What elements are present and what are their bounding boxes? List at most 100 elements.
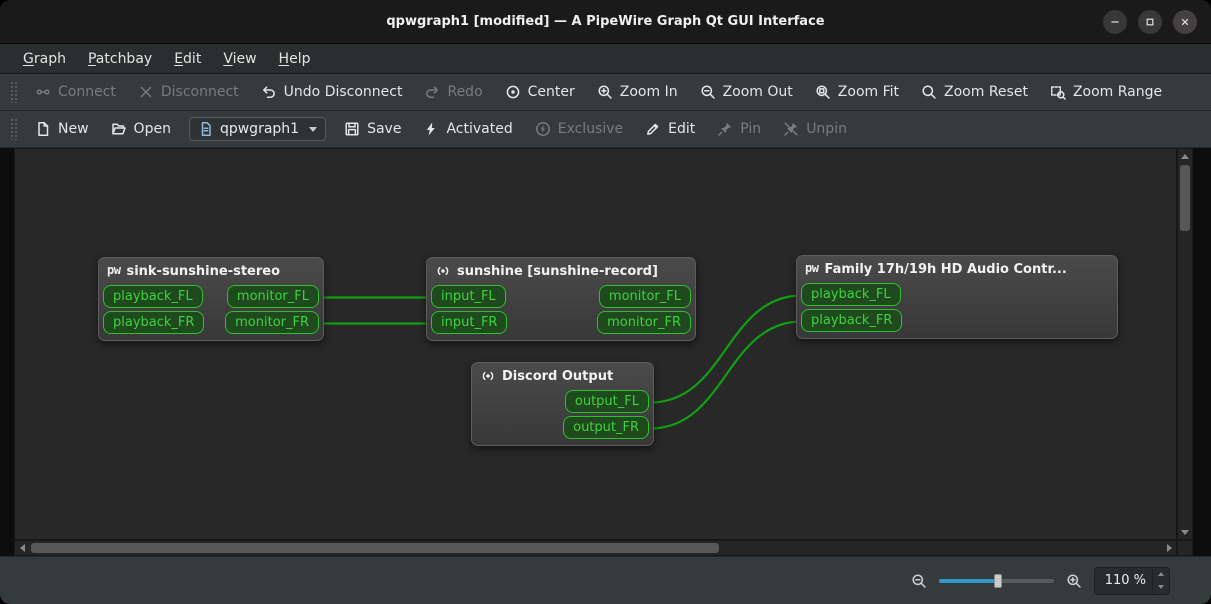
port-monitor_FL[interactable]: monitor_FL [226, 285, 319, 308]
node-title: sunshine [sunshine-record] [457, 263, 658, 279]
port-row: input_FR monitor_FR [431, 311, 691, 334]
toolbar-button-label: Open [133, 121, 171, 137]
toolbar-exclusive-button[interactable]: Exclusive [525, 116, 633, 142]
port-monitor_FL[interactable]: monitor_FL [598, 285, 691, 308]
menu-graph[interactable]: Graph [12, 44, 77, 73]
toolbar-button-label: Zoom Range [1072, 84, 1163, 100]
toolbar-button-label: Unpin [806, 121, 847, 137]
zoom-slider-handle[interactable] [994, 573, 1003, 588]
graph-node-family-hd-audio[interactable]: pw Family 17h/19h HD Audio Contr... playba… [796, 255, 1118, 339]
graph-canvas[interactable]: pw sink-sunshine-stereo playback_FL monitor… [14, 148, 1177, 540]
titlebar[interactable]: qpwgraph1 [modified] — A PipeWire Graph … [0, 0, 1211, 44]
zoom-out-icon[interactable] [911, 573, 927, 589]
toolbar-connect-button[interactable]: Connect [25, 79, 126, 105]
connections-layer [320, 294, 803, 430]
toolbar-disconnect-button[interactable]: Disconnect [128, 79, 249, 105]
toolbar-button-label: Center [527, 84, 575, 100]
toolbar-zoom-fit-button[interactable]: Zoom Fit [805, 79, 909, 105]
node-title: Discord Output [502, 368, 614, 384]
toolbar-redo-button[interactable]: Redo [414, 79, 492, 105]
port-monitor_FR[interactable]: monitor_FR [225, 311, 319, 334]
pipewire-icon: pw [805, 261, 819, 275]
toolbar-save-button[interactable]: Save [334, 116, 411, 142]
toolbar-drag-handle[interactable] [10, 81, 17, 103]
toolbar-button-label: Pin [740, 121, 762, 137]
toolbar-file-items: New Open qpwgraph1 Save Activated Exclusive Ed… [25, 116, 857, 142]
node-ports: input_FL monitor_FL input_FR monitor_FR [427, 285, 695, 340]
new-icon [35, 121, 51, 137]
port-row: playback_FL monitor_FL [103, 285, 319, 308]
toolbar-button-label: Zoom Out [722, 84, 793, 100]
toolbar-pin-button[interactable]: Pin [707, 116, 771, 142]
chevron-down-icon [309, 126, 318, 132]
port-monitor_FR[interactable]: monitor_FR [597, 311, 691, 334]
patchbay-combobox-value: qpwgraph1 [219, 121, 300, 137]
zoom-spinbox[interactable]: 110 % [1093, 566, 1170, 595]
zoom-spin-up-button[interactable] [1153, 568, 1169, 581]
toolbar-zoom-reset-button[interactable]: Zoom Reset [911, 79, 1038, 105]
toolbar-drag-handle[interactable] [10, 118, 17, 140]
menu-edit[interactable]: Edit [163, 44, 212, 73]
toolbar-main: Connect Disconnect Undo Disconnect Redo Cent… [0, 74, 1211, 111]
menu-help[interactable]: Help [268, 44, 322, 73]
graph-view: pw sink-sunshine-stereo playback_FL monitor… [0, 148, 1211, 556]
node-title: sink-sunshine-stereo [126, 263, 281, 279]
menubar: Graph Patchbay Edit View Help [0, 44, 1211, 74]
port-playback_FL[interactable]: playback_FL [103, 285, 203, 308]
toolbar-new-button[interactable]: New [25, 116, 99, 142]
menu-view[interactable]: View [212, 44, 267, 73]
patchbay-file-icon [198, 121, 214, 137]
toolbar-center-button[interactable]: Center [495, 79, 585, 105]
graph-node-discord-output[interactable]: Discord Output output_FL output_FR [471, 362, 654, 446]
port-playback_FL[interactable]: playback_FL [801, 283, 901, 306]
zoom-fit-icon [815, 84, 831, 100]
toolbar-button-label: Zoom In [619, 84, 678, 100]
port-spacer [476, 390, 551, 413]
toolbar-zoom-out-button[interactable]: Zoom Out [690, 79, 803, 105]
toolbar-zoom-in-button[interactable]: Zoom In [587, 79, 688, 105]
zoom-slider[interactable] [938, 573, 1054, 588]
vertical-scrollbar-thumb[interactable] [1180, 165, 1190, 231]
node-header: pw Family 17h/19h HD Audio Contr... [797, 256, 1117, 283]
zoom-in-icon[interactable] [1066, 573, 1082, 589]
scroll-down-button[interactable] [1178, 525, 1192, 539]
zoom-range-icon [1050, 84, 1066, 100]
port-input_FL[interactable]: input_FL [431, 285, 506, 308]
horizontal-scrollbar-thumb[interactable] [31, 543, 719, 553]
scroll-right-button[interactable] [1162, 541, 1176, 555]
activated-icon [423, 121, 439, 137]
vertical-scrollbar[interactable] [1177, 148, 1193, 540]
toolbar-zoom-range-button[interactable]: Zoom Range [1040, 79, 1172, 105]
toolbar-button-label: Undo Disconnect [283, 84, 403, 100]
scroll-left-button[interactable] [15, 541, 29, 555]
port-output_FR[interactable]: output_FR [563, 416, 649, 439]
toolbar-edit-button[interactable]: Edit [635, 116, 705, 142]
horizontal-scrollbar[interactable] [14, 540, 1177, 556]
toolbar-undo-disconnect-button[interactable]: Undo Disconnect [251, 79, 413, 105]
toolbar-activated-button[interactable]: Activated [413, 116, 522, 142]
toolbar-button-label: Zoom Reset [944, 84, 1028, 100]
graph-node-sunshine[interactable]: sunshine [sunshine-record] input_FL monito… [426, 257, 696, 341]
toolbar-unpin-button[interactable]: Unpin [773, 116, 857, 142]
port-row: playback_FL [801, 283, 1113, 306]
minimize-button[interactable] [1103, 9, 1127, 34]
open-icon [111, 121, 127, 137]
toolbar-open-button[interactable]: Open [101, 116, 181, 142]
scrollbar-corner [1177, 540, 1193, 556]
port-row: input_FL monitor_FL [431, 285, 691, 308]
menu-patchbay[interactable]: Patchbay [77, 44, 163, 73]
port-output_FL[interactable]: output_FL [564, 390, 649, 413]
scroll-up-button[interactable] [1178, 149, 1192, 163]
patchbay-combobox[interactable]: qpwgraph1 [188, 117, 327, 141]
close-button[interactable] [1173, 9, 1197, 34]
port-playback_FR[interactable]: playback_FR [103, 311, 205, 334]
exclusive-icon [535, 121, 551, 137]
zoom-in-icon [597, 84, 613, 100]
toolbar-main-items: Connect Disconnect Undo Disconnect Redo Cent… [25, 79, 1172, 105]
port-row: playback_FR monitor_FR [103, 311, 319, 334]
port-playback_FR[interactable]: playback_FR [801, 309, 903, 332]
maximize-button[interactable] [1138, 9, 1162, 34]
zoom-spin-down-button[interactable] [1153, 581, 1169, 594]
graph-node-sink-sunshine-stereo[interactable]: pw sink-sunshine-stereo playback_FL monitor… [98, 257, 324, 341]
port-input_FR[interactable]: input_FR [431, 311, 508, 334]
